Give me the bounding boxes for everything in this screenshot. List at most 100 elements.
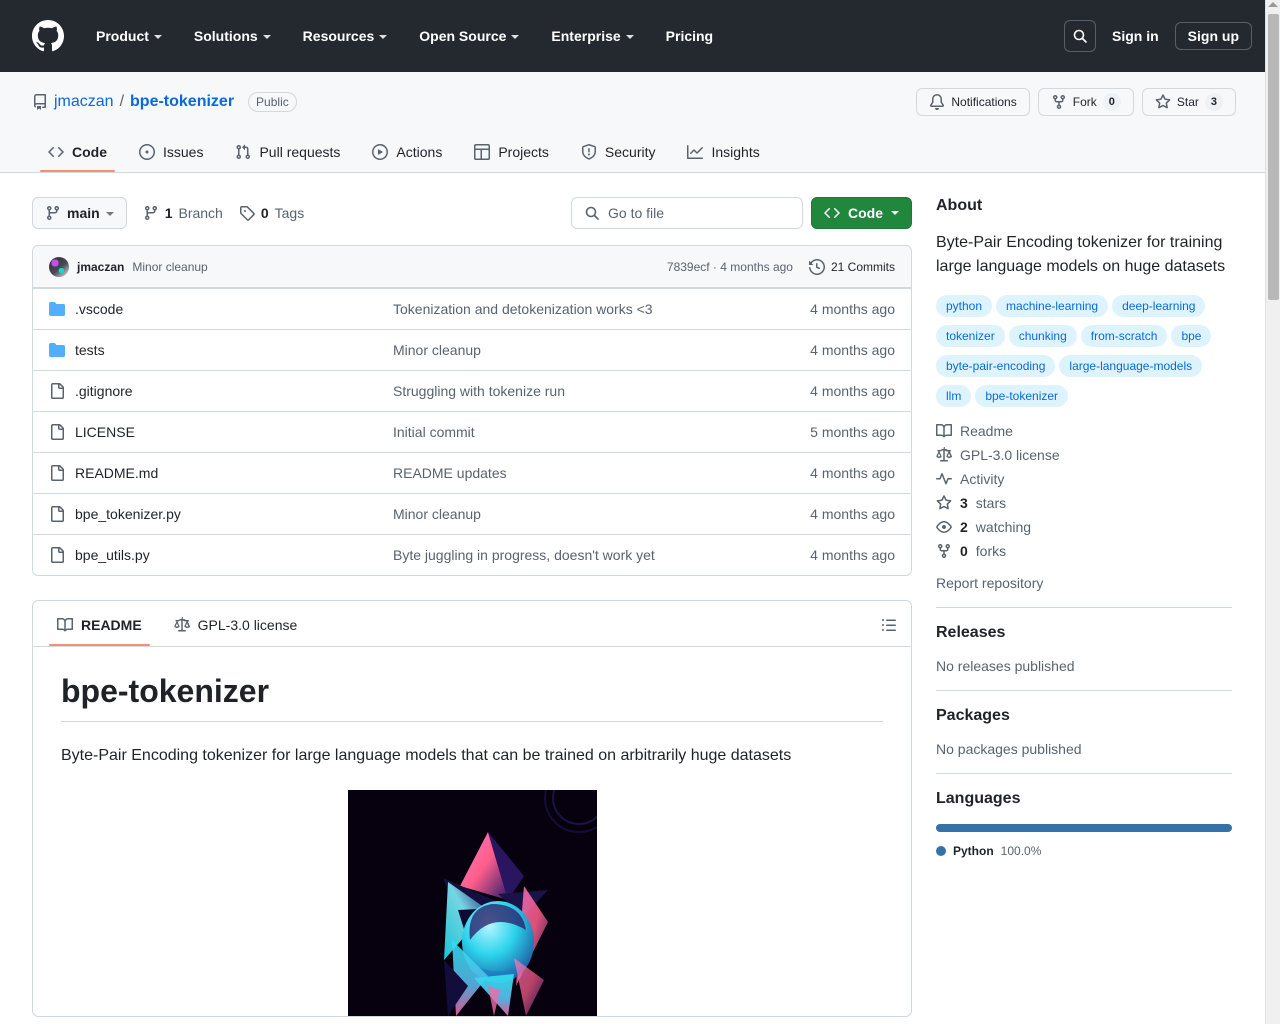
- table-row[interactable]: tests Minor cleanup 4 months ago: [33, 329, 911, 370]
- list-unordered-icon: [882, 618, 896, 631]
- topic-tag[interactable]: bpe-tokenizer: [975, 385, 1069, 407]
- topic-tag[interactable]: byte-pair-encoding: [936, 355, 1056, 377]
- nav-item-enterprise[interactable]: Enterprise: [535, 20, 649, 52]
- commits-count-link[interactable]: 21 Commits: [808, 258, 895, 275]
- law-icon: [174, 616, 190, 631]
- table-row[interactable]: LICENSE Initial commit 5 months ago: [33, 411, 911, 452]
- file-name-cell: .vscode: [49, 301, 393, 317]
- tab-insights[interactable]: Insights: [671, 136, 775, 172]
- file-commit-message[interactable]: README updates: [393, 465, 810, 481]
- fork-button[interactable]: Fork 0: [1037, 88, 1134, 116]
- sign-up-button[interactable]: Sign up: [1174, 22, 1252, 50]
- activity-link[interactable]: Activity: [936, 471, 1232, 487]
- repo-owner-link[interactable]: jmaczan: [54, 93, 114, 111]
- nav-item-solutions[interactable]: Solutions: [178, 20, 287, 52]
- about-heading: About: [936, 197, 983, 214]
- commit-message[interactable]: Minor cleanup: [132, 260, 207, 274]
- file-icon: [51, 383, 64, 399]
- file-commit-message[interactable]: Struggling with tokenize run: [393, 383, 810, 399]
- file-commit-message[interactable]: Initial commit: [393, 424, 810, 440]
- page-scrollbar[interactable]: [1265, 0, 1280, 1024]
- file-link[interactable]: README.md: [75, 465, 158, 481]
- topic-tag[interactable]: chunking: [1008, 325, 1077, 347]
- table-row[interactable]: .vscode Tokenization and detokenization …: [33, 288, 911, 329]
- watching-label: watching: [975, 519, 1032, 535]
- sign-in-link[interactable]: Sign in: [1112, 28, 1159, 44]
- nav-item-resources[interactable]: Resources: [287, 20, 404, 52]
- file-commit-message[interactable]: Minor cleanup: [393, 506, 810, 522]
- tab-issues[interactable]: Issues: [123, 136, 219, 172]
- file-link[interactable]: bpe_tokenizer.py: [75, 506, 181, 522]
- nav-item-label: Resources: [302, 28, 375, 44]
- scroll-up-arrow-icon[interactable]: [1268, 2, 1278, 7]
- file-commit-message[interactable]: Minor cleanup: [393, 342, 810, 358]
- git-branch-icon: [144, 206, 157, 221]
- file-navigation-bar: main 1 Branch 0 Tags Go to file Code: [32, 197, 912, 229]
- repo-name-link[interactable]: bpe-tokenizer: [130, 93, 234, 111]
- nav-item-pricing[interactable]: Pricing: [650, 20, 729, 52]
- commit-meta-group: 7839ecf · 4 months ago 21 Commits: [667, 258, 895, 275]
- language-item[interactable]: Python 100.0%: [936, 844, 1041, 858]
- table-row[interactable]: README.md README updates 4 months ago: [33, 452, 911, 493]
- notifications-button[interactable]: Notifications: [916, 88, 1030, 116]
- file-commit-message[interactable]: Tokenization and detokenization works <3: [393, 301, 810, 317]
- tab-readme[interactable]: README: [41, 611, 158, 646]
- watching-count: 2: [960, 519, 968, 535]
- outline-button[interactable]: [875, 611, 903, 639]
- file-icon: [51, 547, 64, 563]
- scroll-thumb[interactable]: [1268, 14, 1279, 300]
- eye-icon: [936, 521, 952, 533]
- report-repository-link[interactable]: Report repository: [936, 575, 1232, 591]
- star-count: 3: [1204, 93, 1223, 111]
- tab-code[interactable]: Code: [32, 136, 123, 172]
- topic-tag[interactable]: machine-learning: [996, 295, 1109, 317]
- tab-actions[interactable]: Actions: [356, 136, 458, 172]
- github-mark-icon[interactable]: [32, 20, 64, 52]
- code-icon: [824, 207, 840, 219]
- topic-tag[interactable]: python: [936, 295, 993, 317]
- table-row[interactable]: bpe_tokenizer.py Minor cleanup 4 months …: [33, 493, 911, 534]
- tab-security[interactable]: Security: [565, 136, 672, 172]
- chevron-down-icon: [105, 212, 114, 216]
- tags-link[interactable]: 0 Tags: [239, 205, 304, 221]
- avatar[interactable]: [49, 256, 69, 277]
- topic-tag[interactable]: llm: [936, 385, 972, 407]
- watching-link[interactable]: 2 watching: [936, 519, 1232, 535]
- packages-heading: Packages: [936, 707, 1010, 724]
- table-row[interactable]: .gitignore Struggling with tokenize run …: [33, 370, 911, 411]
- topic-tag[interactable]: tokenizer: [936, 325, 1005, 347]
- license-link[interactable]: GPL-3.0 license: [936, 447, 1232, 463]
- readme-link[interactable]: Readme: [936, 423, 1232, 439]
- file-link[interactable]: tests: [75, 342, 105, 358]
- nav-item-open-source[interactable]: Open Source: [403, 20, 535, 52]
- file-link[interactable]: .gitignore: [75, 383, 133, 399]
- tab-pull-requests[interactable]: Pull requests: [219, 136, 356, 172]
- stars-link[interactable]: 3 stars: [936, 495, 1232, 511]
- branches-link[interactable]: 1 Branch: [143, 205, 223, 221]
- file-link[interactable]: .vscode: [75, 301, 123, 317]
- nav-item-product[interactable]: Product: [80, 20, 178, 52]
- star-button[interactable]: Star 3: [1141, 88, 1236, 116]
- topic-tag[interactable]: from-scratch: [1080, 325, 1168, 347]
- stars-count: 3: [960, 495, 968, 511]
- topic-tag[interactable]: large-language-models: [1059, 355, 1203, 377]
- file-link[interactable]: LICENSE: [75, 424, 135, 440]
- tab-license[interactable]: GPL-3.0 license: [158, 611, 314, 645]
- tab-projects[interactable]: Projects: [458, 136, 565, 172]
- code-button[interactable]: Code: [811, 197, 912, 229]
- commit-sha[interactable]: 7839ecf: [667, 260, 710, 274]
- topic-tag[interactable]: bpe: [1171, 325, 1212, 347]
- commit-author[interactable]: jmaczan: [77, 260, 124, 274]
- search-button[interactable]: [1064, 20, 1096, 52]
- commit-sha-time: 7839ecf · 4 months ago: [667, 260, 793, 274]
- file-link[interactable]: bpe_utils.py: [75, 547, 150, 563]
- go-to-file-input[interactable]: Go to file: [571, 197, 803, 229]
- file-commit-message[interactable]: Byte juggling in progress, doesn't work …: [393, 547, 810, 563]
- topic-tag[interactable]: deep-learning: [1112, 295, 1206, 317]
- table-row[interactable]: bpe_utils.py Byte juggling in progress, …: [33, 534, 911, 575]
- tab-label: Code: [72, 144, 107, 160]
- branch-selector-button[interactable]: main: [32, 197, 127, 229]
- forks-link[interactable]: 0 forks: [936, 543, 1232, 559]
- language-segment[interactable]: [936, 824, 1232, 832]
- tag-icon: [239, 206, 255, 221]
